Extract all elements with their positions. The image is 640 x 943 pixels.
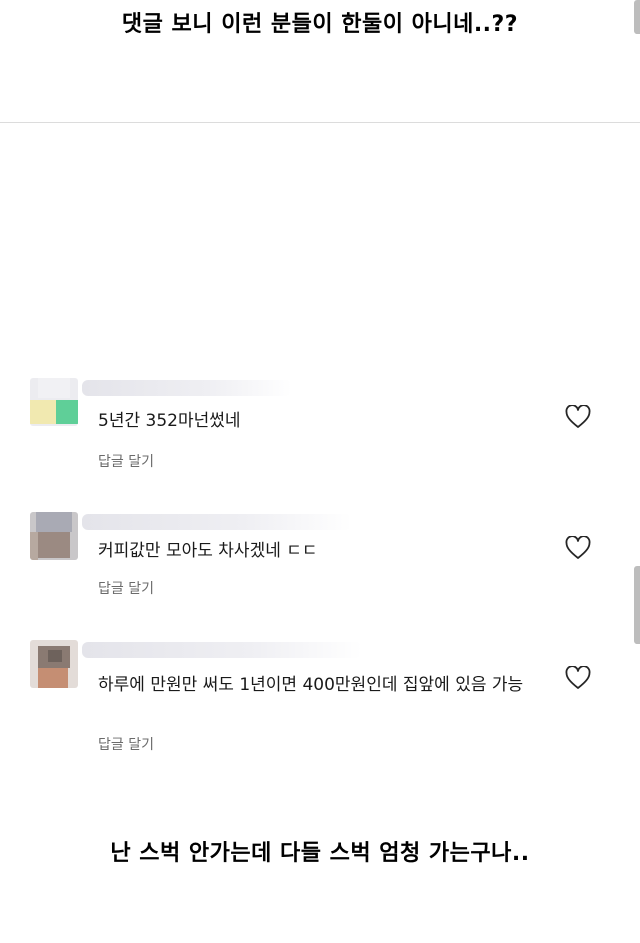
heart-outline-icon[interactable]: [565, 666, 591, 690]
username-blur: [82, 514, 352, 530]
comment-text: 5년간 352마넌썼네: [98, 411, 241, 431]
reply-button[interactable]: 답글 달기: [98, 734, 154, 754]
comment-text: 커피값만 모아도 차사겠네 ㄷㄷ: [98, 541, 318, 561]
top-caption: 댓글 보니 이런 분들이 한둘이 아니네..??: [121, 12, 519, 37]
scroll-indicator: [634, 566, 640, 644]
avatar[interactable]: [30, 640, 78, 688]
avatar[interactable]: [30, 512, 78, 560]
heart-outline-icon[interactable]: [565, 536, 591, 560]
heart-outline-icon[interactable]: [565, 405, 591, 429]
bottom-caption: 난 스벅 안가는데 다들 스벅 엄청 가는구나..: [110, 841, 530, 866]
username-blur: [82, 380, 292, 396]
reply-button[interactable]: 답글 달기: [98, 578, 154, 598]
reply-button[interactable]: 답글 달기: [98, 451, 154, 471]
avatar[interactable]: [30, 378, 78, 426]
username-blur: [82, 642, 362, 658]
divider: [0, 122, 640, 123]
comment-text: 하루에 만원만 써도 1년이면 400만원인데 집앞에 있음 가능: [98, 675, 524, 695]
scroll-indicator: [634, 0, 640, 34]
